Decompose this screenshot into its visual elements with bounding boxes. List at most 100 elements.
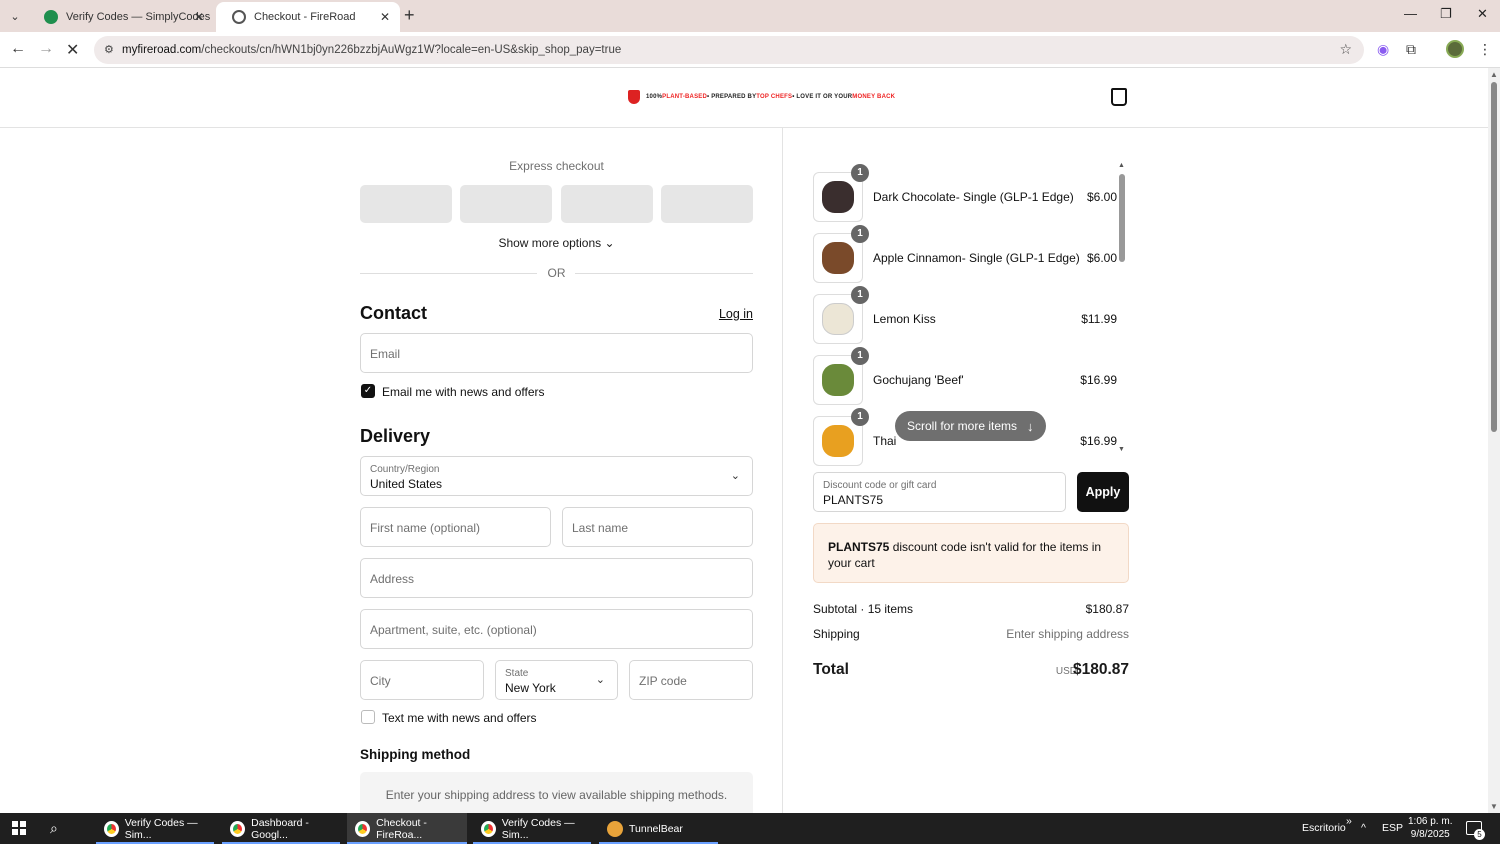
email-placeholder: Email bbox=[370, 347, 401, 361]
quantity-badge: 1 bbox=[851, 408, 869, 426]
subtotal-value: $180.87 bbox=[1085, 602, 1129, 616]
forward-icon[interactable]: → bbox=[38, 40, 54, 58]
minimize-icon[interactable]: — bbox=[1404, 6, 1417, 21]
discount-code-field[interactable]: Discount code or gift card PLANTS75 bbox=[813, 472, 1066, 512]
tunnelbear-icon bbox=[607, 820, 623, 837]
restore-icon[interactable]: ❐ bbox=[1440, 6, 1452, 22]
address-field[interactable]: Address bbox=[360, 558, 753, 598]
scroll-down-icon[interactable]: ▼ bbox=[1490, 802, 1498, 811]
tab-verify-codes[interactable]: Verify Codes — SimplyCodes ✕ bbox=[28, 2, 214, 32]
tab-search-chevron-icon[interactable]: ⌄ bbox=[4, 5, 26, 27]
scroll-up-icon[interactable]: ▲ bbox=[1118, 162, 1125, 169]
list-item: 1 Apple Cinnamon- Single (GLP-1 Edge) $6… bbox=[813, 225, 1129, 283]
address-toolbar: ← → ✕ ⚙ myfireroad.com/checkouts/cn/hWN1… bbox=[0, 32, 1500, 68]
tab-checkout-fireroad[interactable]: Checkout - FireRoad ✕ bbox=[216, 2, 400, 32]
tab-title: Verify Codes — SimplyCodes bbox=[66, 11, 211, 23]
express-pay-button-3[interactable] bbox=[561, 185, 653, 223]
first-name-field[interactable]: First name (optional) bbox=[360, 507, 551, 547]
country-select[interactable]: Country/Region United States ⌄ bbox=[360, 456, 753, 496]
country-label: Country/Region bbox=[370, 464, 440, 475]
show-more-options-button[interactable]: Show more options ⌄ bbox=[360, 236, 753, 250]
scroll-for-more-button[interactable]: Scroll for more items ↓ bbox=[895, 411, 1046, 441]
email-news-checkbox[interactable]: ✓ bbox=[361, 384, 375, 398]
apartment-field[interactable]: Apartment, suite, etc. (optional) bbox=[360, 609, 753, 649]
back-icon[interactable]: ← bbox=[10, 40, 26, 58]
shipping-method-heading: Shipping method bbox=[360, 747, 471, 762]
toolbar-expand-icon[interactable]: » bbox=[1346, 815, 1352, 827]
language-indicator[interactable]: ESP bbox=[1382, 822, 1403, 834]
tab-bar: ⌄ Verify Codes — SimplyCodes ✕ Checkout … bbox=[0, 0, 1500, 32]
close-tab-icon[interactable]: ✕ bbox=[194, 10, 204, 24]
site-info-icon[interactable]: ⚙ bbox=[104, 43, 114, 56]
text-news-checkbox[interactable] bbox=[361, 710, 375, 724]
state-label: State bbox=[505, 668, 529, 679]
taskbar-app-checkout[interactable]: Checkout - FireRoa... bbox=[347, 813, 467, 844]
state-select[interactable]: State New York ⌄ bbox=[495, 660, 618, 700]
item-name: Lemon Kiss bbox=[873, 312, 936, 326]
taskbar-app-verify-codes[interactable]: Verify Codes — Sim... bbox=[96, 813, 214, 844]
address-placeholder: Address bbox=[370, 572, 415, 586]
extension-icon[interactable]: ◉ bbox=[1377, 41, 1389, 58]
scroll-up-icon[interactable]: ▲ bbox=[1490, 70, 1498, 79]
promo-text: • LOVE IT OR YOUR bbox=[792, 94, 853, 100]
city-placeholder: City bbox=[370, 674, 391, 688]
list-item: 1 Dark Chocolate- Single (GLP-1 Edge) $6… bbox=[813, 164, 1129, 222]
taskbar-app-label: Verify Codes — Sim... bbox=[124, 816, 198, 841]
list-item: 1 Lemon Kiss $11.99 bbox=[813, 286, 1129, 344]
page-scrollbar[interactable]: ▲ ▼ bbox=[1488, 68, 1500, 813]
system-clock[interactable]: 1:06 p. m. 9/8/2025 bbox=[1408, 815, 1452, 841]
email-field[interactable]: Email bbox=[360, 333, 753, 373]
discount-error-alert: PLANTS75 discount code isn't valid for t… bbox=[813, 523, 1129, 583]
search-icon[interactable]: ⌕ bbox=[50, 820, 58, 837]
close-tab-icon[interactable]: ✕ bbox=[380, 10, 390, 24]
total-value: $180.87 bbox=[1072, 661, 1129, 678]
url-bar[interactable]: ⚙ myfireroad.com/checkouts/cn/hWN1bj0yn2… bbox=[94, 36, 1364, 64]
items-scrollbar[interactable]: ▲ ▼ bbox=[1118, 162, 1125, 453]
express-pay-button-2[interactable] bbox=[460, 185, 552, 223]
chrome-icon bbox=[230, 820, 246, 837]
taskbar-app-dashboard[interactable]: Dashboard - Googl... bbox=[222, 813, 340, 844]
zip-field[interactable]: ZIP code bbox=[629, 660, 753, 700]
tray-chevron-up-icon[interactable]: ^ bbox=[1361, 822, 1366, 834]
new-tab-icon[interactable]: + bbox=[404, 5, 415, 26]
windows-taskbar: ⌕ Verify Codes — Sim... Dashboard - Goog… bbox=[0, 813, 1500, 844]
extensions-puzzle-icon[interactable]: ⧉ bbox=[1406, 41, 1416, 58]
item-price: $16.99 bbox=[1080, 373, 1117, 387]
windows-start-icon[interactable] bbox=[12, 821, 26, 835]
fireroad-logo-icon bbox=[628, 90, 640, 104]
city-field[interactable]: City bbox=[360, 660, 484, 700]
scroll-down-icon[interactable]: ▼ bbox=[1118, 446, 1125, 453]
checkout-page: 100% PLANT-BASED • PREPARED BY TOP CHEFS… bbox=[0, 68, 1488, 813]
items-scroll-thumb[interactable] bbox=[1119, 174, 1125, 262]
desktop-toolbar[interactable]: Escritorio bbox=[1302, 822, 1346, 834]
quantity-badge: 1 bbox=[851, 225, 869, 243]
bookmark-star-icon[interactable]: ☆ bbox=[1339, 41, 1352, 58]
promo-highlight: MONEY BACK bbox=[852, 94, 896, 100]
express-pay-button-4[interactable] bbox=[661, 185, 753, 223]
stop-loading-icon[interactable]: ✕ bbox=[66, 40, 79, 60]
country-value: United States bbox=[370, 477, 443, 491]
page-scroll-thumb[interactable] bbox=[1491, 82, 1497, 432]
login-link[interactable]: Log in bbox=[719, 307, 753, 321]
close-window-icon[interactable]: ✕ bbox=[1477, 6, 1488, 22]
subtotal-label: Subtotal · 15 items bbox=[813, 602, 914, 616]
product-image bbox=[822, 181, 854, 213]
tab-title: Checkout - FireRoad bbox=[254, 11, 356, 23]
taskbar-app-verify-codes-2[interactable]: Verify Codes — Sim... bbox=[473, 813, 591, 844]
first-name-placeholder: First name (optional) bbox=[370, 521, 481, 535]
item-name: Dark Chocolate- Single (GLP-1 Edge) bbox=[873, 190, 1074, 204]
apply-button[interactable]: Apply bbox=[1077, 472, 1129, 512]
discount-value: PLANTS75 bbox=[823, 493, 884, 507]
express-pay-button-1[interactable] bbox=[360, 185, 452, 223]
clock-time: 1:06 p. m. bbox=[1408, 816, 1453, 827]
browser-menu-icon[interactable]: ⋮ bbox=[1478, 41, 1492, 58]
promo-text: 100% bbox=[646, 94, 663, 100]
last-name-field[interactable]: Last name bbox=[562, 507, 753, 547]
express-checkout-title: Express checkout bbox=[509, 159, 604, 173]
profile-avatar-icon[interactable] bbox=[1446, 40, 1464, 58]
shopping-bag-icon[interactable] bbox=[1111, 88, 1127, 106]
site-header: 100% PLANT-BASED • PREPARED BY TOP CHEFS… bbox=[0, 68, 1488, 128]
taskbar-app-tunnelbear[interactable]: TunnelBear bbox=[599, 813, 718, 844]
notification-count-badge: 5 bbox=[1474, 829, 1485, 840]
quantity-badge: 1 bbox=[851, 164, 869, 182]
